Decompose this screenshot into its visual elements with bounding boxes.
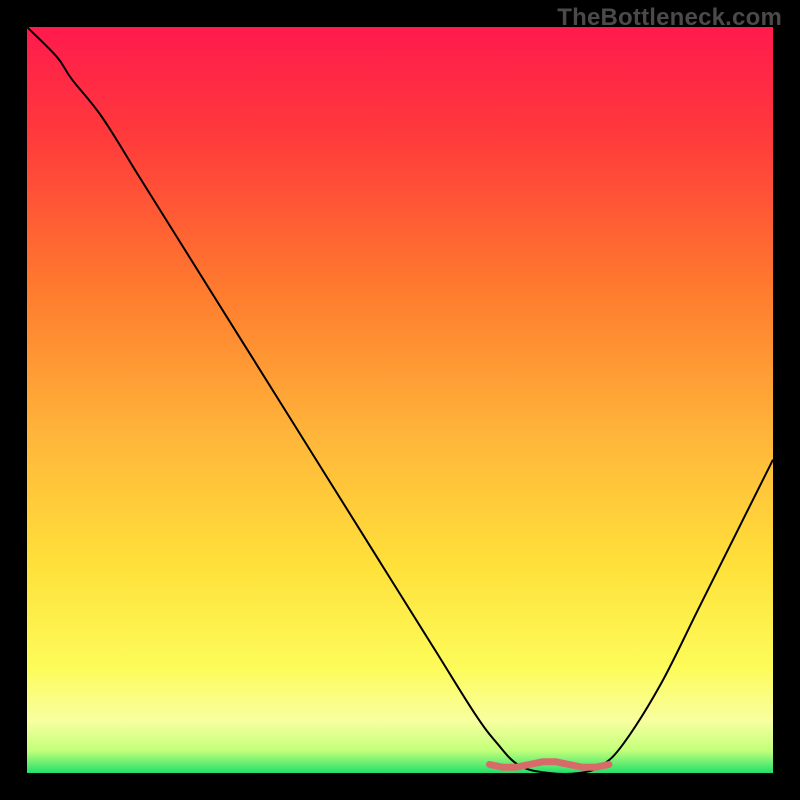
plot-area bbox=[27, 27, 773, 773]
chart-frame: TheBottleneck.com bbox=[0, 0, 800, 800]
chart-svg bbox=[27, 27, 773, 773]
watermark-text: TheBottleneck.com bbox=[557, 4, 782, 32]
gradient-background bbox=[27, 27, 773, 773]
